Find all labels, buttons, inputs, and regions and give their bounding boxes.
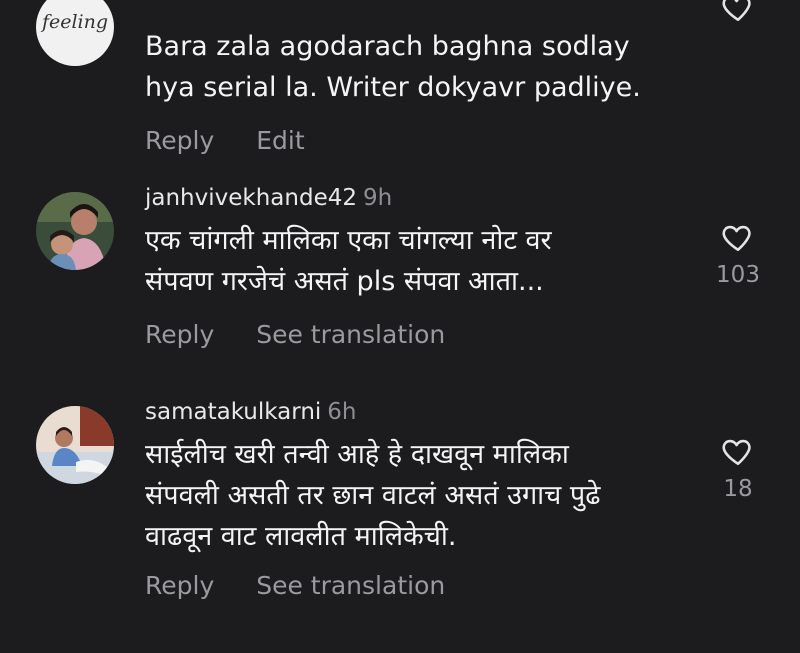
comment-meta: samatakulkarni 6h	[145, 398, 685, 426]
avatar[interactable]	[36, 406, 114, 484]
username[interactable]: janhvivekhande42	[145, 185, 357, 211]
comment-text: Bara zala agodarach baghna sodlay hya se…	[145, 31, 641, 103]
see-translation-button[interactable]: See translation	[256, 320, 445, 349]
comment-actions: Reply Edit	[145, 126, 685, 156]
reply-button[interactable]: Reply	[145, 571, 214, 600]
heart-outline-icon	[722, 0, 751, 22]
reply-button[interactable]: Reply	[145, 126, 214, 155]
comment-text: एक चांगली मालिका एका चांगल्या नोट वर संप…	[145, 225, 552, 297]
like-button[interactable]	[712, 0, 764, 24]
timestamp: 9h	[363, 185, 393, 211]
like-button[interactable]: 18	[712, 434, 764, 502]
comment-actions: Reply See translation	[145, 571, 685, 601]
heart-outline-icon	[722, 225, 751, 252]
avatar[interactable]: feeling	[36, 0, 114, 66]
like-count: 103	[716, 262, 760, 288]
avatar[interactable]	[36, 192, 114, 270]
timestamp: 6h	[327, 399, 357, 425]
avatar-logo-text: feeling	[40, 11, 108, 33]
like-count: 18	[723, 476, 753, 502]
comment-actions: Reply See translation	[145, 320, 685, 350]
reply-button[interactable]: Reply	[145, 320, 214, 349]
username[interactable]: samatakulkarni	[145, 399, 321, 425]
like-button[interactable]: 103	[712, 220, 764, 288]
edit-button[interactable]: Edit	[256, 126, 304, 155]
heart-outline-icon	[722, 439, 751, 466]
comment-text: साईलीच खरी तन्वी आहे हे दाखवून मालिका सं…	[145, 439, 601, 552]
comment-meta: janhvivekhande42 9h	[145, 184, 685, 212]
see-translation-button[interactable]: See translation	[256, 571, 445, 600]
